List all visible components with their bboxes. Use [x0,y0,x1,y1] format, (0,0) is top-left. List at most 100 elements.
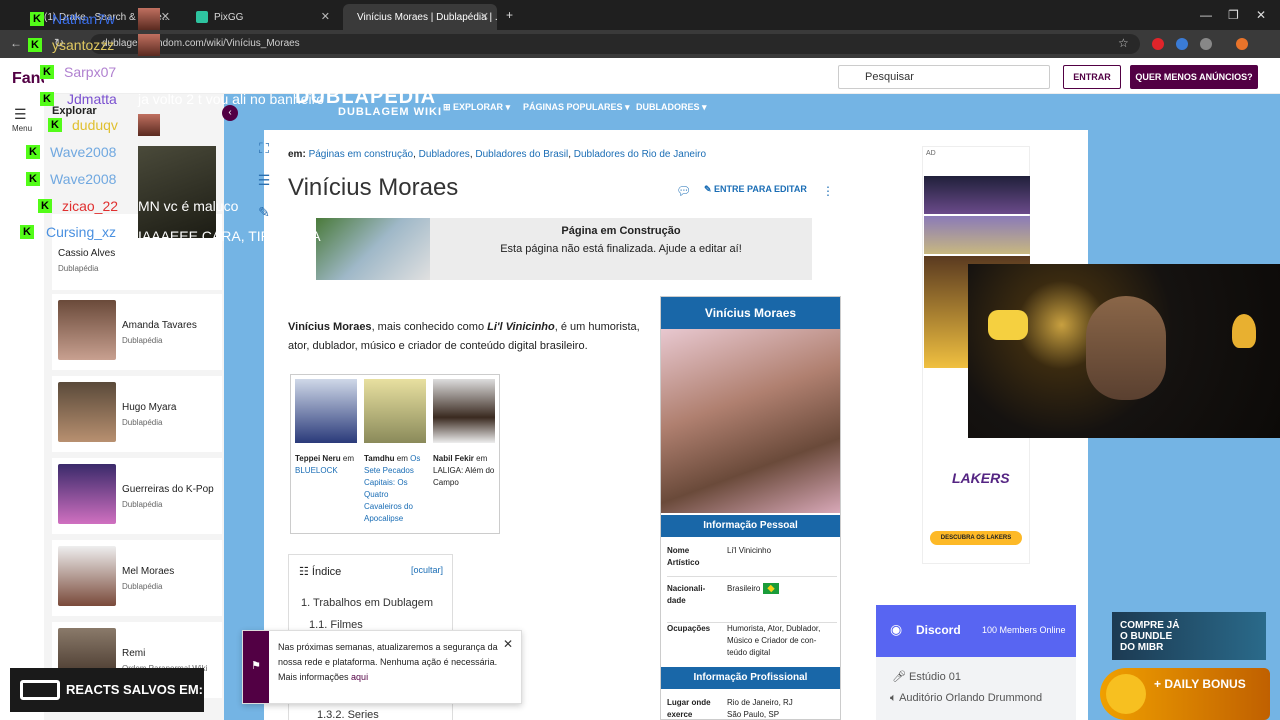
maximize-icon[interactable]: ❐ [1228,8,1239,22]
chat-message: MN vc é maluco [138,198,239,214]
thumbnail [58,546,116,606]
toc-hide-link[interactable]: [ocultar] [411,565,443,575]
edit-button[interactable]: ✎ ENTRE PARA EDITAR [704,184,807,195]
chat-message: alongamento [138,64,219,80]
character-gallery: Teppei Neru em BLUELOCK Tamdhu em Os Set… [290,374,500,534]
more-options-icon[interactable]: ⋮ [822,184,834,198]
discord-channel[interactable]: 🔈︎ Auditório Orlando Drummond [890,692,1070,704]
kick-badge-icon: K [26,172,40,186]
infobox-photo[interactable] [661,329,840,513]
ad-image [924,176,1030,214]
bookmark-star-icon[interactable]: ☆ [1118,36,1129,50]
character-image [364,379,426,443]
kick-badge-icon: K [20,225,34,239]
reacts-banner: REACTS SALVOS EM: [10,668,204,712]
sidebar-item-amanda-tavares[interactable]: Amanda Tavares Dublapédia [52,294,222,370]
notice-link[interactable]: aqui [351,672,368,682]
close-tab-icon[interactable]: ✕ [321,10,330,23]
chat-username: Cursing_xz [46,224,117,240]
chat-username: duduqv [72,117,118,133]
sidebar-item-mel-moraes[interactable]: Mel Moraes Dublapédia [52,540,222,616]
nav-explorar[interactable]: ⊞ EXPLORAR ▾ [443,102,510,113]
construction-notice: Página em Construção Esta página não est… [316,218,812,280]
thumbnail [58,464,116,524]
tab-vinicius-moraes[interactable]: Vinícius Moraes | Dublapédia | ... ✕ [343,4,497,30]
url-input[interactable]: dublagem.fandom.com/wiki/Vinícius_Moraes [90,34,1140,54]
ad-image [924,216,1030,254]
menu-icon[interactable]: ☰ [14,106,27,123]
gallery-item[interactable]: Tamdhu em Os Sete Pecados Capitais: Os Q… [364,379,426,525]
infobox-row: Lugar onde exerce Rio de Janeiro, RJ São … [667,698,793,719]
mibr-bundle-ad: COMPRE JÁ O BUNDLE DO MIBR [1112,612,1266,660]
entrar-button[interactable]: ENTRAR [1063,65,1121,89]
chat-username: Nathan7w [52,11,116,27]
categories: em: Páginas em construção, Dubladores, D… [288,149,707,160]
kick-badge-icon: K [28,38,42,52]
close-tab-icon[interactable]: ✕ [480,10,489,23]
chat-username: Sarpx07 [64,64,117,80]
chat-emote-icon [138,34,160,56]
category-link[interactable]: Dubladores do Rio de Janeiro [574,149,706,160]
menos-anuncios-button[interactable]: QUER MENOS ANÚNCIOS? [1130,65,1258,89]
infobox-section-professional: Informação Profissional [661,667,840,689]
kick-badge-icon: K [30,12,44,26]
nav-dubladores[interactable]: DUBLADORES ▾ [636,102,707,113]
coin-icon [1106,674,1146,714]
thumbnail [58,300,116,360]
kick-badge-icon: K [40,92,54,106]
lamp-light [1232,314,1256,348]
streamer-face [1086,296,1166,400]
nav-paginas-populares[interactable]: PÁGINAS POPULARES ▾ [523,102,630,113]
search-input[interactable]: Pesquisar [838,65,1050,89]
extension-icon[interactable] [1152,38,1164,50]
infobox-row: Ocupações Humorista, Ator, Dublador, Músi… [667,624,821,657]
discord-icon: ◉ [890,621,903,637]
chat-emote-icon [138,8,160,30]
extension-icon[interactable] [1176,38,1188,50]
security-notice: ⚑ Nas próximas semanas, atualizaremos a … [242,630,522,704]
tab-pixgg[interactable]: PixGG ✕ [188,4,338,30]
chat-message: IAAAEEE CARA, TIRA ESSA POHA [138,228,320,269]
wiki-subtitle: DUBLAGEM WIKI [338,106,443,118]
toc-title: ☷ Índice [299,566,342,578]
close-window-icon[interactable]: ✕ [1256,8,1266,22]
chat-emote-icon [138,114,160,136]
streamer-webcam [968,264,1280,438]
flag-icon: ⚑ [243,631,269,703]
collapse-sidebar-icon[interactable]: ‹ [222,105,238,121]
gallery-item[interactable]: Nabil Fekir em LALIGA: Além do Campo [433,379,495,489]
category-link[interactable]: Dubladores do Brasil [475,149,568,160]
browser-tab-bar: (1) Drake - Search & Rese... ✕ PixGG ✕ V… [0,0,1280,30]
lakers-logo: LAKERS [952,470,1010,486]
category-link[interactable]: Dubladores [419,149,470,160]
page-title: Vinícius Moraes [288,174,459,201]
infobox-title: Vinícius Moraes [661,297,840,329]
gallery-item[interactable]: Teppei Neru em BLUELOCK [295,379,357,477]
sidebar-item-guerreiras-kpop[interactable]: Guerreiras do K-Pop Dublapédia [52,458,222,534]
profile-avatar[interactable] [1236,38,1248,50]
comment-icon[interactable]: 💬︎ [676,184,691,198]
discord-channel-list: 🎤︎ Estúdio 01 🔈︎ Auditório Orlando Drumm… [876,657,1076,720]
extensions-puzzle-icon[interactable] [1200,38,1212,50]
close-icon[interactable]: ✕ [503,637,513,651]
minimize-icon[interactable]: — [1200,8,1212,22]
toc-icon[interactable]: ☰ [252,172,276,196]
infobox-section-personal: Informação Pessoal [661,515,840,537]
close-tab-icon[interactable]: ✕ [161,10,170,23]
toc-item[interactable]: 1.3.2. Series [317,709,379,720]
new-tab-icon[interactable]: + [506,8,513,22]
intro-paragraph: Vinícius Moraes, mais conhecido como Li'… [288,321,640,352]
chat-username: Wave2008 [50,171,117,187]
chat-username: ysantozzz [52,37,115,53]
sidebar-item-hugo-myara[interactable]: Hugo Myara Dublapédia [52,376,222,452]
toc-item[interactable]: 1. Trabalhos em Dublagem [301,597,433,609]
character-image [433,379,495,443]
infobox-row: Nacionali-dade Brasileiro [667,583,837,623]
ad-cta-button[interactable]: DESCUBRA OS LAKERS [930,531,1022,545]
page-tools: ⛶ ☰ ✎ [252,140,276,236]
back-icon[interactable]: ← [10,36,22,50]
fullscreen-icon[interactable]: ⛶ [252,140,276,164]
discord-widget[interactable]: ◉ Discord 100 Members Online [876,605,1076,657]
category-link[interactable]: Páginas em construção [309,149,414,160]
discord-channel[interactable]: 🎤︎ Estúdio 01 [892,670,961,683]
